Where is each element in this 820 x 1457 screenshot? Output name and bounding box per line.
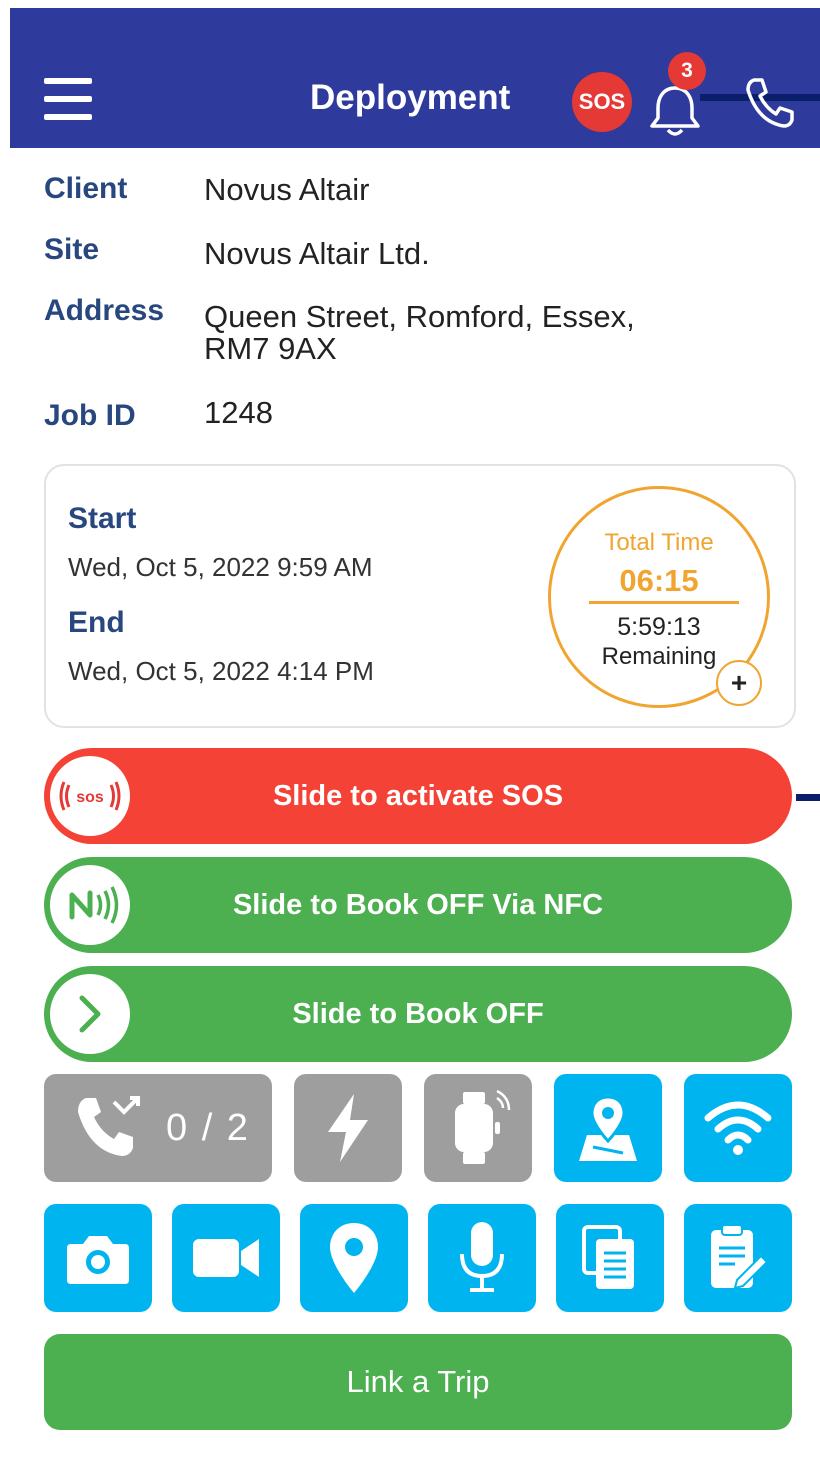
shift-time-card: Start Wed, Oct 5, 2022 9:59 AM End Wed, … <box>44 464 796 728</box>
camera-tile[interactable] <box>44 1204 152 1312</box>
total-time-value: 06:15 <box>619 563 699 598</box>
page-title: Deployment <box>310 78 511 117</box>
sos-signal-icon: sos <box>59 781 121 811</box>
video-tile[interactable] <box>172 1204 280 1312</box>
address-line-2: RM7 9AX <box>204 331 337 366</box>
app-header: Deployment SOS 3 <box>10 8 820 148</box>
flash-tile[interactable] <box>294 1074 402 1182</box>
nfc-slider-label: Slide to Book OFF Via NFC <box>232 888 604 921</box>
microphone-icon <box>460 1222 504 1292</box>
map-pin-icon <box>579 1095 637 1161</box>
phone-call-icon <box>78 1096 140 1156</box>
sos-slider[interactable]: Slide to activate SOS sos <box>44 748 792 844</box>
camera-icon <box>67 1236 129 1284</box>
sos-slider-knob[interactable]: sos <box>50 756 130 836</box>
call-count: 0 / 2 <box>166 1106 250 1149</box>
address-label: Address <box>44 294 165 327</box>
documents-tile[interactable] <box>556 1204 664 1312</box>
report-tile[interactable] <box>684 1204 792 1312</box>
chevron-right-icon <box>79 995 101 1033</box>
smartwatch-tile[interactable] <box>424 1074 532 1182</box>
book-off-slider[interactable]: Slide to Book OFF <box>44 966 792 1062</box>
clipboard-edit-icon <box>711 1224 769 1290</box>
side-indicator <box>796 794 820 801</box>
location-icon <box>330 1223 378 1293</box>
bell-icon[interactable] <box>646 80 704 140</box>
site-value: Novus Altair Ltd. <box>204 236 430 271</box>
link-trip-button[interactable]: Link a Trip <box>44 1334 792 1430</box>
job-id-value: 1248 <box>204 395 273 430</box>
end-label: End <box>68 606 125 639</box>
nfc-book-off-slider[interactable]: Slide to Book OFF Via NFC <box>44 857 792 953</box>
smartwatch-icon <box>455 1089 511 1164</box>
phone-icon[interactable] <box>740 74 798 132</box>
wifi-icon <box>704 1101 772 1155</box>
location-tile[interactable] <box>300 1204 408 1312</box>
address-line-1: Queen Street, Romford, Essex, <box>204 299 635 334</box>
start-value: Wed, Oct 5, 2022 9:59 AM <box>68 552 373 582</box>
book-off-slider-knob[interactable] <box>50 974 130 1054</box>
job-id-label: Job ID <box>44 399 136 432</box>
wifi-tile[interactable] <box>684 1074 792 1182</box>
total-time-divider <box>589 601 739 604</box>
hamburger-menu-icon[interactable] <box>44 78 94 120</box>
client-label: Client <box>44 172 128 205</box>
notification-badge: 3 <box>668 52 706 90</box>
site-map-tile[interactable] <box>554 1074 662 1182</box>
nfc-icon <box>69 886 119 924</box>
microphone-tile[interactable] <box>428 1204 536 1312</box>
sos-knob-text: sos <box>76 789 104 806</box>
call-check-tile[interactable]: 0 / 2 <box>44 1074 272 1182</box>
end-value: Wed, Oct 5, 2022 4:14 PM <box>68 656 374 686</box>
lightning-icon <box>328 1094 368 1162</box>
sos-slider-label: Slide to activate SOS <box>272 779 564 812</box>
video-icon <box>193 1239 259 1277</box>
sos-button[interactable]: SOS <box>572 72 632 132</box>
book-off-slider-label: Slide to Book OFF <box>292 997 544 1030</box>
start-label: Start <box>68 502 137 535</box>
documents-icon <box>582 1225 634 1289</box>
site-label: Site <box>44 233 100 266</box>
remaining-time-value: 5:59:13 <box>617 613 701 641</box>
extend-time-button[interactable]: + <box>716 660 762 706</box>
total-time-label: Total Time <box>604 529 714 556</box>
app-screen: Deployment SOS 3 Client Novus Altair Sit… <box>10 8 820 1457</box>
client-value: Novus Altair <box>204 172 370 207</box>
nfc-slider-knob[interactable] <box>50 865 130 945</box>
